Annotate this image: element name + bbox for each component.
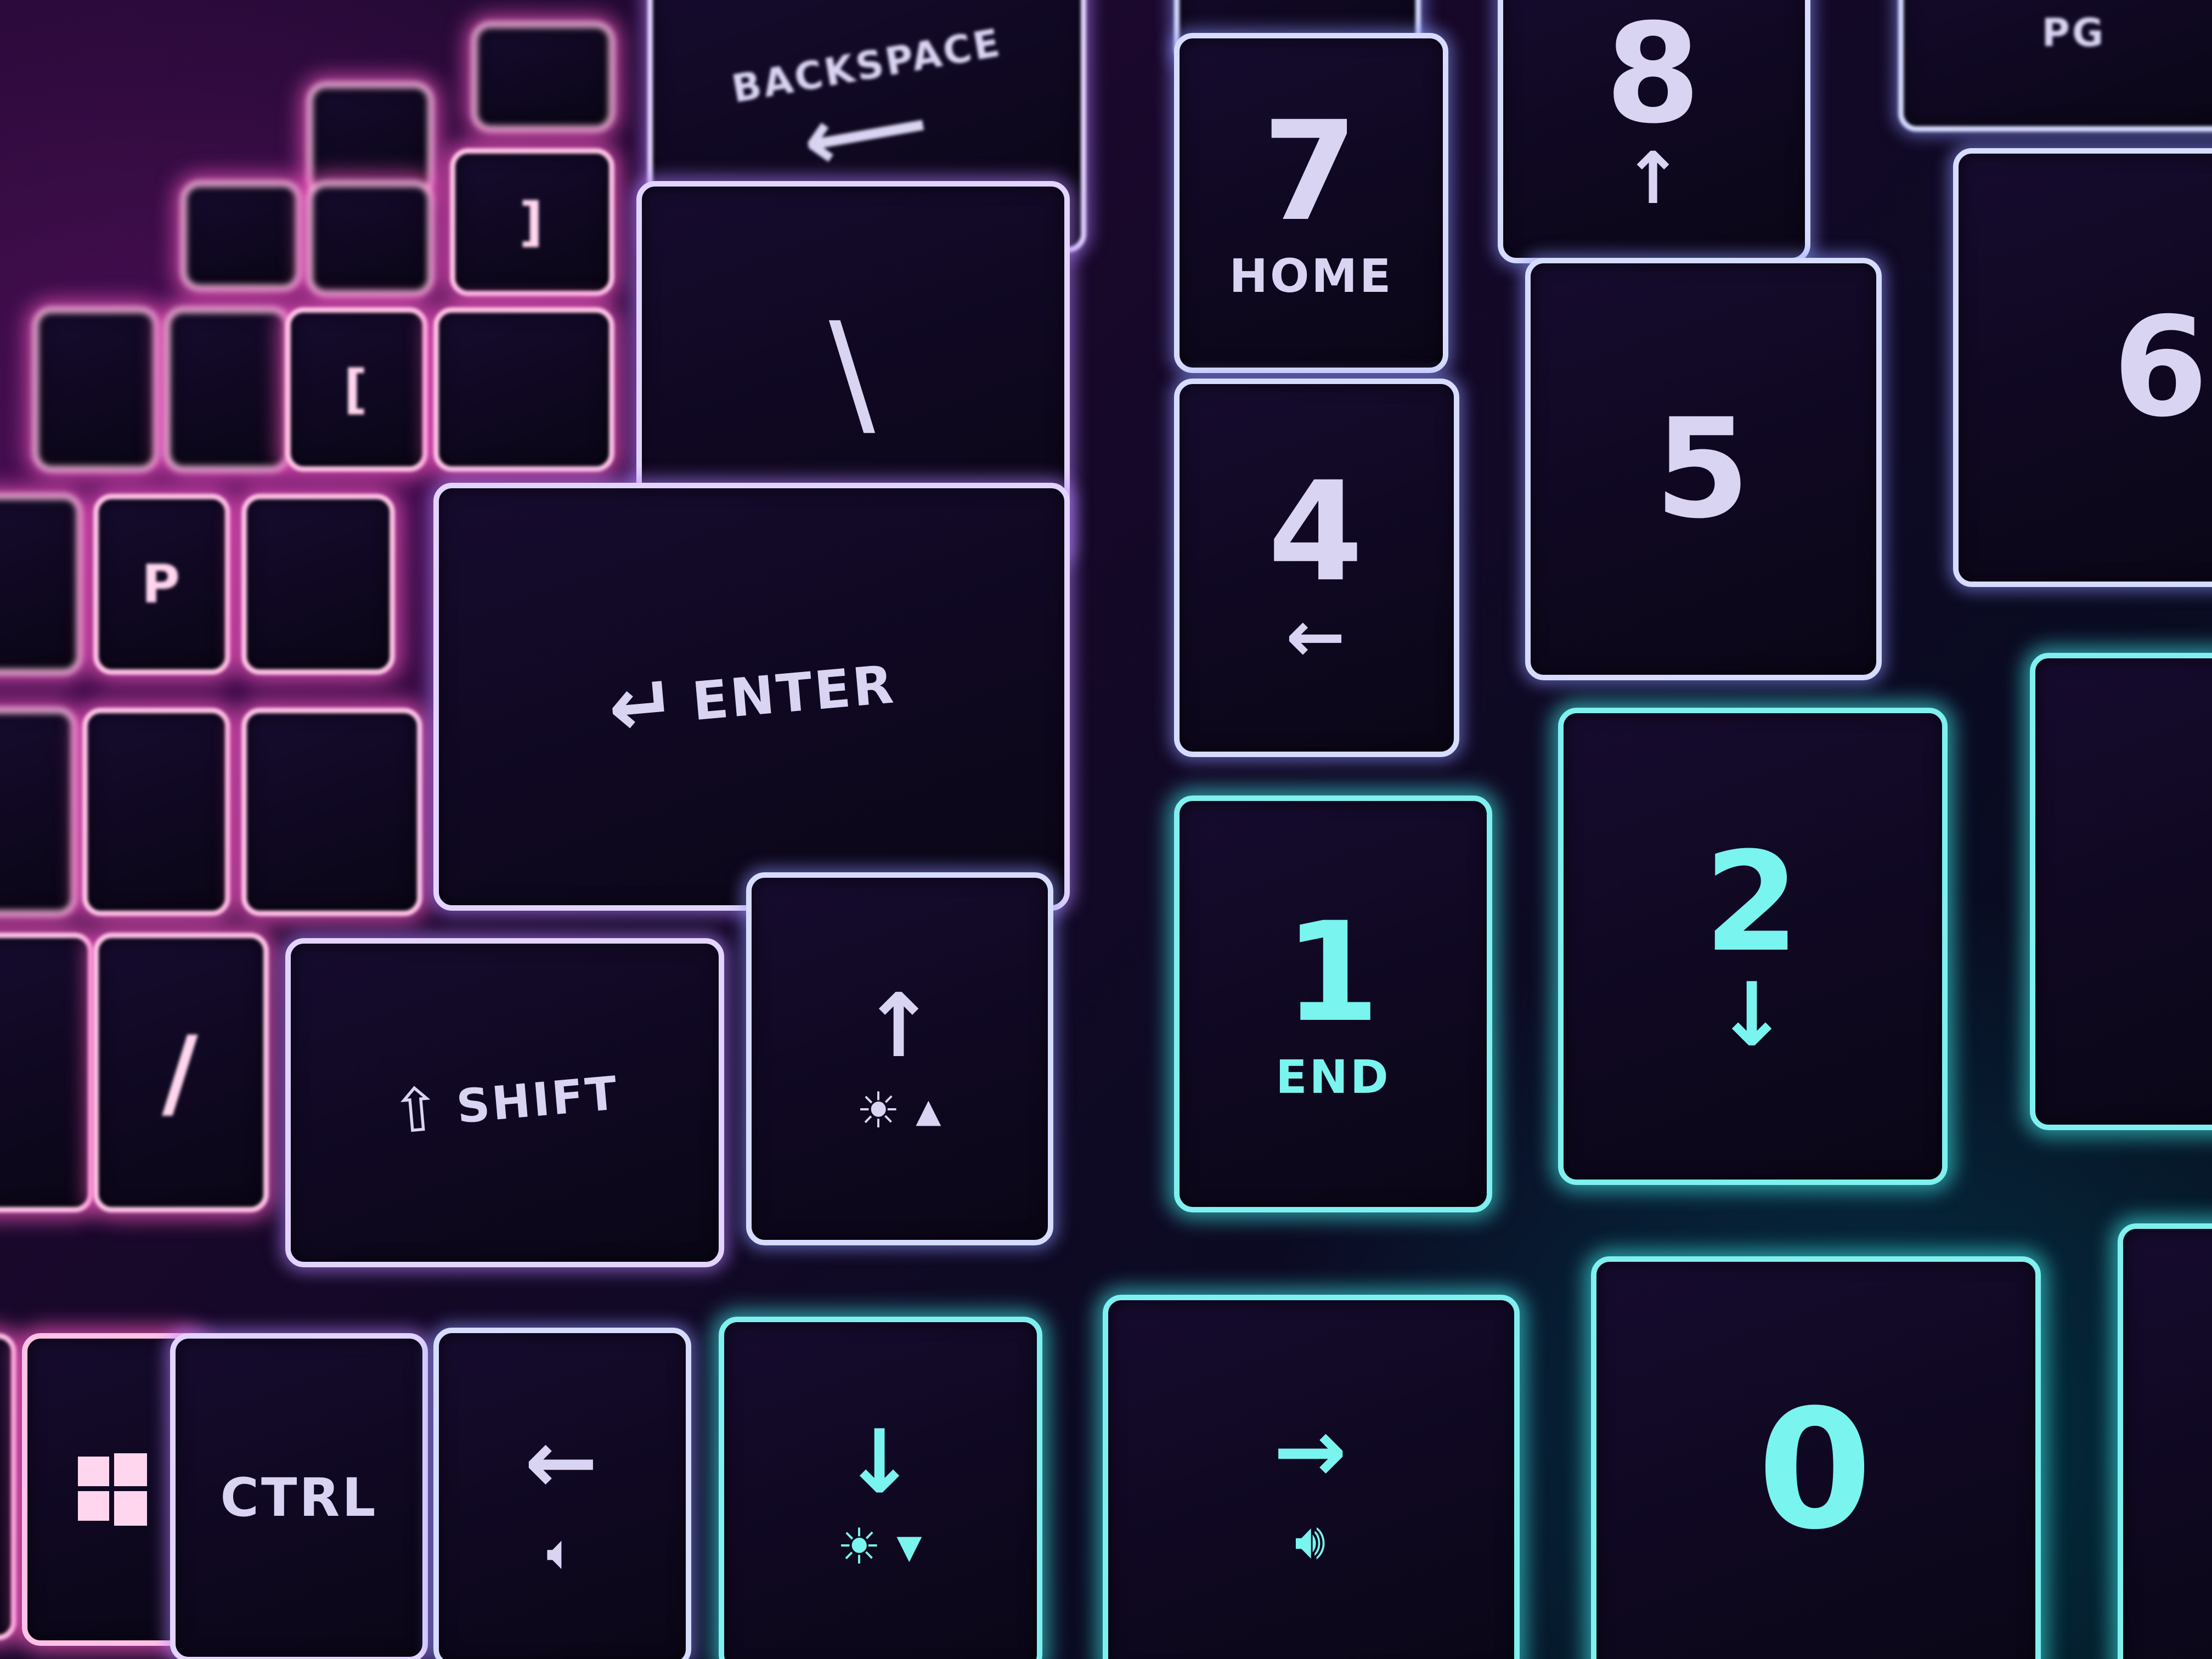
windows-logo-icon xyxy=(78,1453,147,1526)
brightness-icon: ☀ xyxy=(837,1518,884,1576)
arrow-down-icon: ↓ xyxy=(1714,963,1791,1066)
key-row-a-2[interactable] xyxy=(307,181,433,296)
key-sublegend: END xyxy=(1276,1050,1391,1104)
key-legend: ] xyxy=(519,191,545,253)
key-row-e-0[interactable] xyxy=(0,933,93,1212)
key-row-b-2[interactable] xyxy=(165,307,291,472)
triangle-up-icon: ▲ xyxy=(916,1092,944,1130)
key-legend: PG xyxy=(2041,10,2106,55)
key-bracket-open[interactable]: [ xyxy=(285,307,428,472)
key-legend: 1 xyxy=(1284,893,1382,1052)
key-num0[interactable]: 0 xyxy=(1591,1256,2041,1659)
key-legend: 4 xyxy=(1268,452,1365,612)
key-row-d-1[interactable] xyxy=(82,708,230,916)
key-legend: 0 xyxy=(1757,1374,1875,1566)
key-row-d-0[interactable] xyxy=(0,708,77,916)
arrow-left-icon: ← xyxy=(524,1410,601,1513)
key-enter[interactable]: ↵ ENTER xyxy=(433,483,1070,911)
keyboard-photo: ] [ P / BACKSPACE ⟵ \ ↵ ENTER ⇧ SHIFT ↑ … xyxy=(0,0,2212,1659)
arrow-right-icon: → xyxy=(1273,1400,1350,1502)
key-num8[interactable]: 8 ↑ xyxy=(1498,0,1810,263)
key-num2[interactable]: 2 ↓ xyxy=(1558,708,1948,1185)
triangle-down-icon: ▼ xyxy=(896,1528,924,1566)
key-legend: [ xyxy=(343,359,370,420)
shift-arrow-icon: ⇧ xyxy=(387,1073,447,1148)
key-num6[interactable]: 6 xyxy=(1953,148,2212,587)
key-num5[interactable]: 5 xyxy=(1525,258,1882,680)
key-num1[interactable]: 1 END xyxy=(1174,795,1492,1212)
key-p[interactable]: P xyxy=(93,494,230,675)
key-sublegend: HOME xyxy=(1229,249,1393,303)
key-legend: 2 xyxy=(1704,822,1802,982)
key-legend: CTRL xyxy=(220,1467,378,1528)
key-legend: 7 xyxy=(1262,92,1360,251)
key-arrow-down[interactable]: ↓ ☀ ▼ xyxy=(719,1317,1042,1659)
key-top-left-2[interactable] xyxy=(472,22,614,132)
key-num4[interactable]: 4 ← xyxy=(1174,379,1459,757)
key-arrow-left[interactable]: ← 🔈︎ xyxy=(433,1328,691,1659)
key-row-f-0[interactable] xyxy=(0,1333,16,1640)
arrow-down-icon: ↓ xyxy=(842,1410,919,1513)
return-arrow-icon: ↵ xyxy=(604,655,684,757)
volume-icon: 🔈︎ xyxy=(546,1523,578,1581)
key-ctrl[interactable]: CTRL xyxy=(170,1333,428,1659)
arrow-left-long-icon: ⟵ xyxy=(794,70,939,194)
key-legend: SHIFT xyxy=(454,1066,621,1134)
key-shift[interactable]: ⇧ SHIFT xyxy=(285,938,724,1267)
key-legend: \ xyxy=(828,293,878,453)
key-row-c-0[interactable] xyxy=(0,494,82,675)
arrow-up-icon: ↑ xyxy=(861,974,938,1077)
key-semicolon[interactable] xyxy=(241,494,395,675)
arrow-up-icon: ↑ xyxy=(1623,137,1685,220)
key-row-a-1[interactable] xyxy=(181,181,302,291)
arrow-left-icon: ← xyxy=(1285,595,1348,678)
key-arrow-up[interactable]: ↑ ☀ ▲ xyxy=(746,872,1053,1245)
key-apostrophe[interactable] xyxy=(241,708,422,916)
key-pgup[interactable]: PG xyxy=(1898,0,2212,132)
key-quote[interactable] xyxy=(433,307,614,472)
key-num-dot[interactable] xyxy=(2118,1223,2212,1659)
key-bracket-close[interactable]: ] xyxy=(450,148,614,296)
key-legend: / xyxy=(162,1015,200,1130)
volume-up-icon: 🔊︎ xyxy=(1294,1513,1328,1570)
key-legend: P xyxy=(141,554,183,615)
brightness-icon: ☀ xyxy=(856,1082,903,1139)
key-legend: 8 xyxy=(1605,0,1703,154)
key-legend: 5 xyxy=(1655,389,1752,549)
key-top-left-1[interactable] xyxy=(307,82,433,198)
key-legend-partial: 6 xyxy=(2113,287,2210,447)
key-slash[interactable]: / xyxy=(93,933,269,1212)
key-arrow-right[interactable]: → 🔊︎ xyxy=(1103,1295,1520,1659)
key-num7[interactable]: 7 HOME xyxy=(1174,33,1448,373)
key-row-b-1[interactable] xyxy=(33,307,159,472)
key-num3[interactable] xyxy=(2030,653,2212,1130)
key-legend: ENTER xyxy=(689,653,898,733)
